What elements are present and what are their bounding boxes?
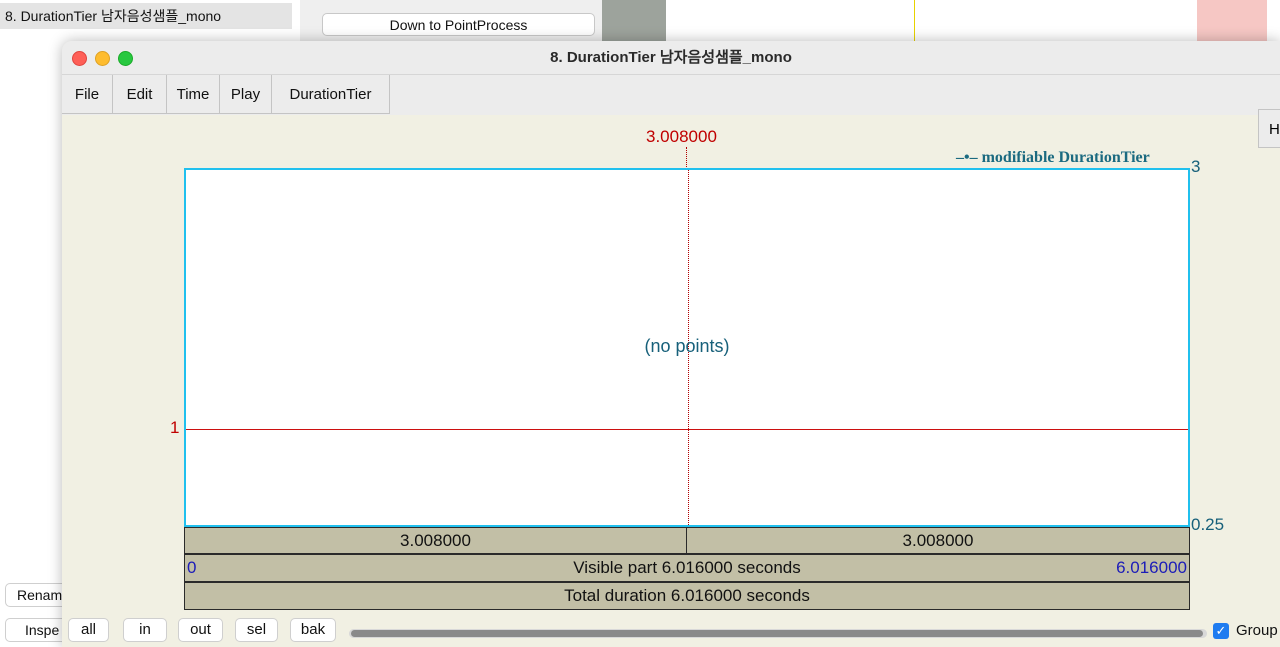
y-max-label: 3 [1191, 157, 1201, 176]
no-points-message: (no points) [644, 336, 730, 356]
cursor-line-extension [686, 147, 687, 169]
background-window-strip [602, 0, 666, 44]
visible-start-label: 0 [187, 558, 197, 577]
background-marker-line [914, 0, 915, 44]
zoom-all-button[interactable]: all [68, 618, 109, 642]
title-bar[interactable]: 8. DurationTier 남자음성샘플_mono [62, 41, 1280, 75]
scrollbar-thumb[interactable] [351, 630, 1203, 637]
objects-list-item[interactable]: 8. DurationTier 남자음성샘플_mono [0, 3, 292, 29]
group-label: Group [1236, 622, 1278, 639]
tier-legend: –•– modifiable DurationTier [956, 149, 1150, 166]
zoom-out-button[interactable]: out [178, 618, 223, 642]
zoom-back-button[interactable]: bak [290, 618, 336, 642]
background-selection [1197, 0, 1267, 44]
y-min-label: 0.25 [1191, 515, 1225, 534]
menu-durationtier[interactable]: DurationTier [272, 75, 390, 114]
menu-edit[interactable]: Edit [113, 75, 167, 114]
menu-bar: File Edit Time Play DurationTier H [62, 75, 1280, 148]
menu-time[interactable]: Time [167, 75, 220, 114]
background-window [666, 0, 1280, 44]
menu-play[interactable]: Play [220, 75, 272, 114]
group-checkbox[interactable]: ✓ [1213, 623, 1229, 639]
menu-file[interactable]: File [62, 75, 113, 114]
visible-part-label: Visible part 6.016000 seconds [573, 558, 801, 577]
window-title: 8. DurationTier 남자음성샘플_mono [550, 49, 792, 66]
menu-help[interactable]: H [1258, 109, 1280, 148]
durationtier-plot-area[interactable]: (no points) [184, 168, 1190, 527]
checkmark-icon: ✓ [1215, 623, 1227, 638]
visible-end-label: 6.016000 [1116, 558, 1187, 577]
reference-line [186, 429, 1188, 430]
visible-part-bar[interactable]: 0 Visible part 6.016000 seconds 6.016000 [184, 554, 1190, 582]
y-reference-label: 1 [170, 418, 180, 437]
total-duration-bar[interactable]: Total duration 6.016000 seconds [184, 582, 1190, 610]
durationtier-editor-window: 8. DurationTier 남자음성샘플_mono File Edit Ti… [62, 41, 1280, 647]
down-to-pointprocess-button[interactable]: Down to PointProcess [322, 13, 595, 36]
left-of-cursor-bar[interactable]: 3.008000 [184, 527, 687, 554]
zoom-sel-button[interactable]: sel [235, 618, 278, 642]
right-of-cursor-bar[interactable]: 3.008000 [686, 527, 1190, 554]
horizontal-scrollbar[interactable] [349, 629, 1207, 638]
cursor-time-label: 3.008000 [646, 127, 717, 146]
zoom-in-button[interactable]: in [123, 618, 167, 642]
